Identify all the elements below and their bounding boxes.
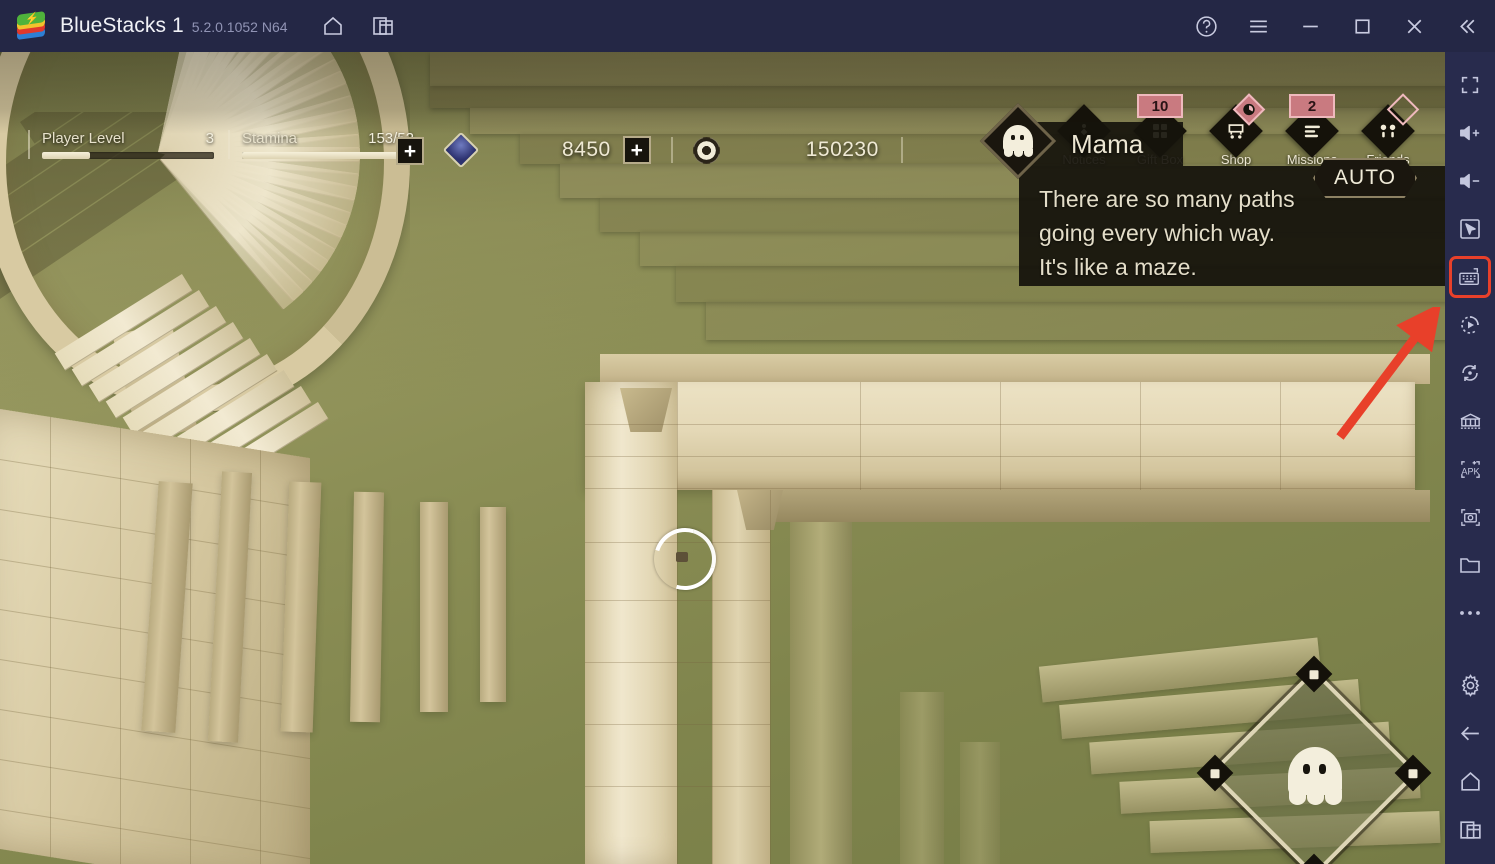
stamina-label: Stamina	[242, 130, 298, 147]
close-icon[interactable]	[1393, 5, 1435, 47]
title-bar: ⚡ BlueStacks 1 5.2.0.1052 N64	[0, 0, 1495, 52]
maximize-icon[interactable]	[1341, 5, 1383, 47]
media-folder-icon[interactable]	[1449, 544, 1491, 586]
stamina-bar	[242, 152, 414, 159]
ceiling-slab	[706, 302, 1445, 340]
collapse-sidebar-icon[interactable]	[1445, 5, 1487, 47]
more-options-icon[interactable]	[1449, 592, 1491, 634]
arch-left-pillar	[585, 382, 677, 864]
app-name: BlueStacks 1	[60, 14, 184, 37]
game-viewport[interactable]: Player Level 3 Stamina 153/52 + 8450 + 1…	[0, 52, 1445, 864]
multi-instance-sync-icon[interactable]	[1449, 400, 1491, 442]
player-stats: Player Level 3 Stamina 153/52	[28, 130, 414, 159]
background-column	[790, 522, 852, 864]
wall-seam	[260, 450, 261, 864]
coin-currency: 150230	[692, 136, 879, 164]
macro-play-icon[interactable]	[1449, 304, 1491, 346]
bluestacks-logo-icon: ⚡	[16, 11, 46, 41]
ghost-character-icon	[1288, 747, 1342, 805]
arch-underside	[770, 490, 1430, 522]
gift-box-badge: 10	[1137, 94, 1183, 118]
wall-seam	[120, 428, 121, 864]
back-arrow-icon[interactable]	[1449, 712, 1491, 754]
hanging-column	[349, 491, 385, 723]
dialogue-line: going every which way.	[1039, 220, 1276, 246]
titlebar-right-actions	[1185, 5, 1487, 47]
coin-value: 150230	[805, 138, 879, 161]
titlebar-left-actions	[312, 5, 404, 47]
background-column	[960, 742, 1000, 864]
svg-text:APK: APK	[1461, 466, 1479, 476]
currency-bar: 8450 + 150230	[442, 131, 903, 169]
multi-instance-icon[interactable]	[362, 5, 404, 47]
player-level-stat: Player Level 3	[28, 130, 214, 159]
player-level-value: 3	[205, 130, 214, 147]
auto-button[interactable]: AUTO	[1313, 158, 1417, 198]
gem-value: 8450	[562, 138, 611, 161]
wall-seam	[0, 455, 310, 510]
stamina-add-button[interactable]: +	[396, 137, 424, 165]
hanging-column	[420, 502, 448, 712]
keyboard-controls-icon[interactable]	[1449, 256, 1491, 298]
recent-apps-icon[interactable]	[1449, 808, 1491, 850]
help-icon[interactable]	[1185, 5, 1227, 47]
volume-down-icon[interactable]	[1449, 160, 1491, 202]
window-title: BlueStacks 1 5.2.0.1052 N64	[60, 14, 288, 38]
wall-seam	[0, 805, 310, 860]
player-level-label: Player Level	[42, 130, 125, 147]
background-column	[900, 692, 944, 864]
gear-icon[interactable]	[1449, 664, 1491, 706]
missions-badge: 2	[1289, 94, 1335, 118]
hamburger-menu-icon[interactable]	[1237, 5, 1279, 47]
hanging-column	[480, 507, 506, 702]
arch-inner-pillar	[712, 490, 770, 864]
rotate-icon[interactable]	[1449, 352, 1491, 394]
coin-icon	[692, 136, 720, 164]
cursor-pointer-icon[interactable]	[1449, 208, 1491, 250]
bluestacks-window: ⚡ BlueStacks 1 5.2.0.1052 N64 Player Lev…	[0, 0, 1495, 864]
auto-label: AUTO	[1334, 166, 1396, 189]
gem-currency: 8450 +	[442, 131, 651, 169]
frame-corner-gem	[1394, 754, 1432, 792]
dialogue-speaker-name: Mama	[1071, 128, 1144, 159]
gem-add-button[interactable]: +	[622, 136, 651, 164]
currency-divider	[670, 137, 673, 163]
wall-seam	[50, 416, 51, 858]
app-version: 5.2.0.1052 N64	[191, 19, 288, 35]
fullscreen-icon[interactable]	[1449, 64, 1491, 106]
frame-corner-gem	[1295, 853, 1333, 864]
player-level-bar	[42, 152, 214, 159]
stamina-stat: Stamina 153/52	[228, 130, 414, 159]
gem-icon	[442, 131, 480, 169]
minimize-icon[interactable]	[1289, 5, 1331, 47]
ceiling-slab	[430, 52, 1445, 86]
volume-up-icon[interactable]	[1449, 112, 1491, 154]
arch-cap	[600, 354, 1430, 384]
screenshot-icon[interactable]	[1449, 496, 1491, 538]
home-icon[interactable]	[1449, 760, 1491, 802]
reticle-target-dot	[676, 552, 688, 562]
wall-seam	[0, 755, 310, 810]
dialogue-line: It's like a maze.	[1039, 254, 1197, 280]
dialogue-panel[interactable]: Mama AUTO There are so many paths going …	[979, 102, 1445, 286]
bluestacks-sidebar: APK	[1445, 52, 1495, 864]
install-apk-icon[interactable]: APK	[1449, 448, 1491, 490]
currency-divider	[900, 137, 903, 163]
home-icon[interactable]	[312, 5, 354, 47]
